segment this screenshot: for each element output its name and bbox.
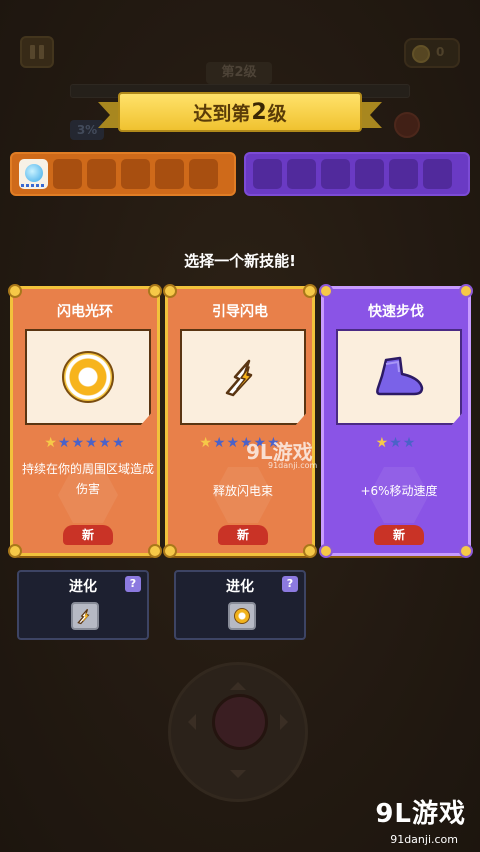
- passive-slot-5: [389, 159, 418, 189]
- passive-slot-4: [355, 159, 384, 189]
- rivet: [8, 544, 22, 558]
- weapon-slot-3: [87, 159, 116, 189]
- watermark-center: 9L游戏 91danji.com: [246, 436, 317, 470]
- passive-slot-2: [287, 159, 316, 189]
- skill-stars: ★★★: [375, 435, 417, 451]
- new-badge: 新: [374, 525, 424, 545]
- weapon-slot-6: [189, 159, 218, 189]
- rivet: [148, 544, 162, 558]
- passive-slot-3: [321, 159, 350, 189]
- skill-description: 持续在你的周围区域造成伤害: [21, 462, 154, 496]
- rivet: [319, 544, 333, 558]
- rivet: [163, 544, 177, 558]
- new-badge: 新: [63, 525, 113, 545]
- banner-suffix: 级: [267, 102, 287, 125]
- arrow-right-icon: [280, 714, 296, 730]
- energy-orb-icon: [25, 164, 43, 182]
- choose-skill-title: 选择一个新技能!: [184, 252, 296, 270]
- passive-slot-6: [423, 159, 452, 189]
- passive-slots: [244, 152, 470, 196]
- joystick-knob[interactable]: [212, 694, 268, 750]
- evolve-item: [71, 602, 99, 630]
- banner-plate: 达到第 2 级: [118, 92, 362, 132]
- rivet: [459, 544, 473, 558]
- banner-prefix: 达到第: [193, 102, 251, 125]
- skill-name: 快速步伐: [368, 304, 424, 320]
- weapon-slots: [10, 152, 236, 196]
- skill-card-lightning-ring[interactable]: 闪电光环 ★★★★★★ 持续在你的周围区域造成伤害 新: [8, 284, 162, 558]
- weapon-slot-2: [53, 159, 82, 189]
- new-badge: 新: [218, 525, 268, 545]
- rivet: [303, 284, 317, 298]
- weapon-slot-1: [19, 159, 48, 189]
- arrow-down-icon: [230, 770, 246, 786]
- skill-art: [25, 329, 151, 425]
- watermark-url: 91danji.com: [390, 833, 458, 846]
- rivet: [148, 284, 162, 298]
- rivet: [459, 284, 473, 298]
- rivet: [163, 284, 177, 298]
- help-button[interactable]: ?: [282, 576, 298, 592]
- arrow-left-icon: [180, 714, 196, 730]
- evolve-panel-1: 进化 ?: [17, 570, 149, 640]
- lightning-ring-icon: [234, 608, 250, 624]
- lightning-ring-icon: [62, 351, 114, 403]
- skill-stars: ★★★★★★: [44, 435, 126, 451]
- help-button[interactable]: ?: [125, 576, 141, 592]
- skill-description: +6%移动速度: [360, 484, 438, 498]
- lightning-bolt-icon: [77, 608, 90, 625]
- rivet: [8, 284, 22, 298]
- weapon-slot-5: [155, 159, 184, 189]
- skill-name: 闪电光环: [57, 304, 113, 320]
- watermark-logo: 9L游戏: [375, 799, 466, 829]
- boot-icon: [376, 356, 424, 396]
- lightning-bolt-icon: [225, 359, 253, 397]
- level-up-banner: 达到第 2 级: [98, 92, 380, 132]
- skill-art: [180, 329, 306, 425]
- skill-description: 释放闪电束: [212, 484, 273, 498]
- skill-art: [336, 329, 462, 425]
- weapon-slot-4: [121, 159, 150, 189]
- slot-level-dots: [21, 184, 46, 187]
- skill-card-guided-lightning[interactable]: 引导闪电 ★★★★★★ 释放闪电束 新: [163, 284, 317, 558]
- arrow-up-icon: [230, 674, 246, 690]
- evolve-item: [228, 602, 256, 630]
- watermark-mid-url: 91danji.com: [268, 461, 318, 470]
- evolve-panel-2: 进化 ?: [174, 570, 306, 640]
- rivet: [319, 284, 333, 298]
- banner-level: 2: [251, 99, 267, 125]
- passive-slot-1: [253, 159, 282, 189]
- skill-card-quick-step[interactable]: 快速步伐 ★★★ +6%移动速度 新: [319, 284, 473, 558]
- rivet: [303, 544, 317, 558]
- skill-name: 引导闪电: [212, 304, 268, 320]
